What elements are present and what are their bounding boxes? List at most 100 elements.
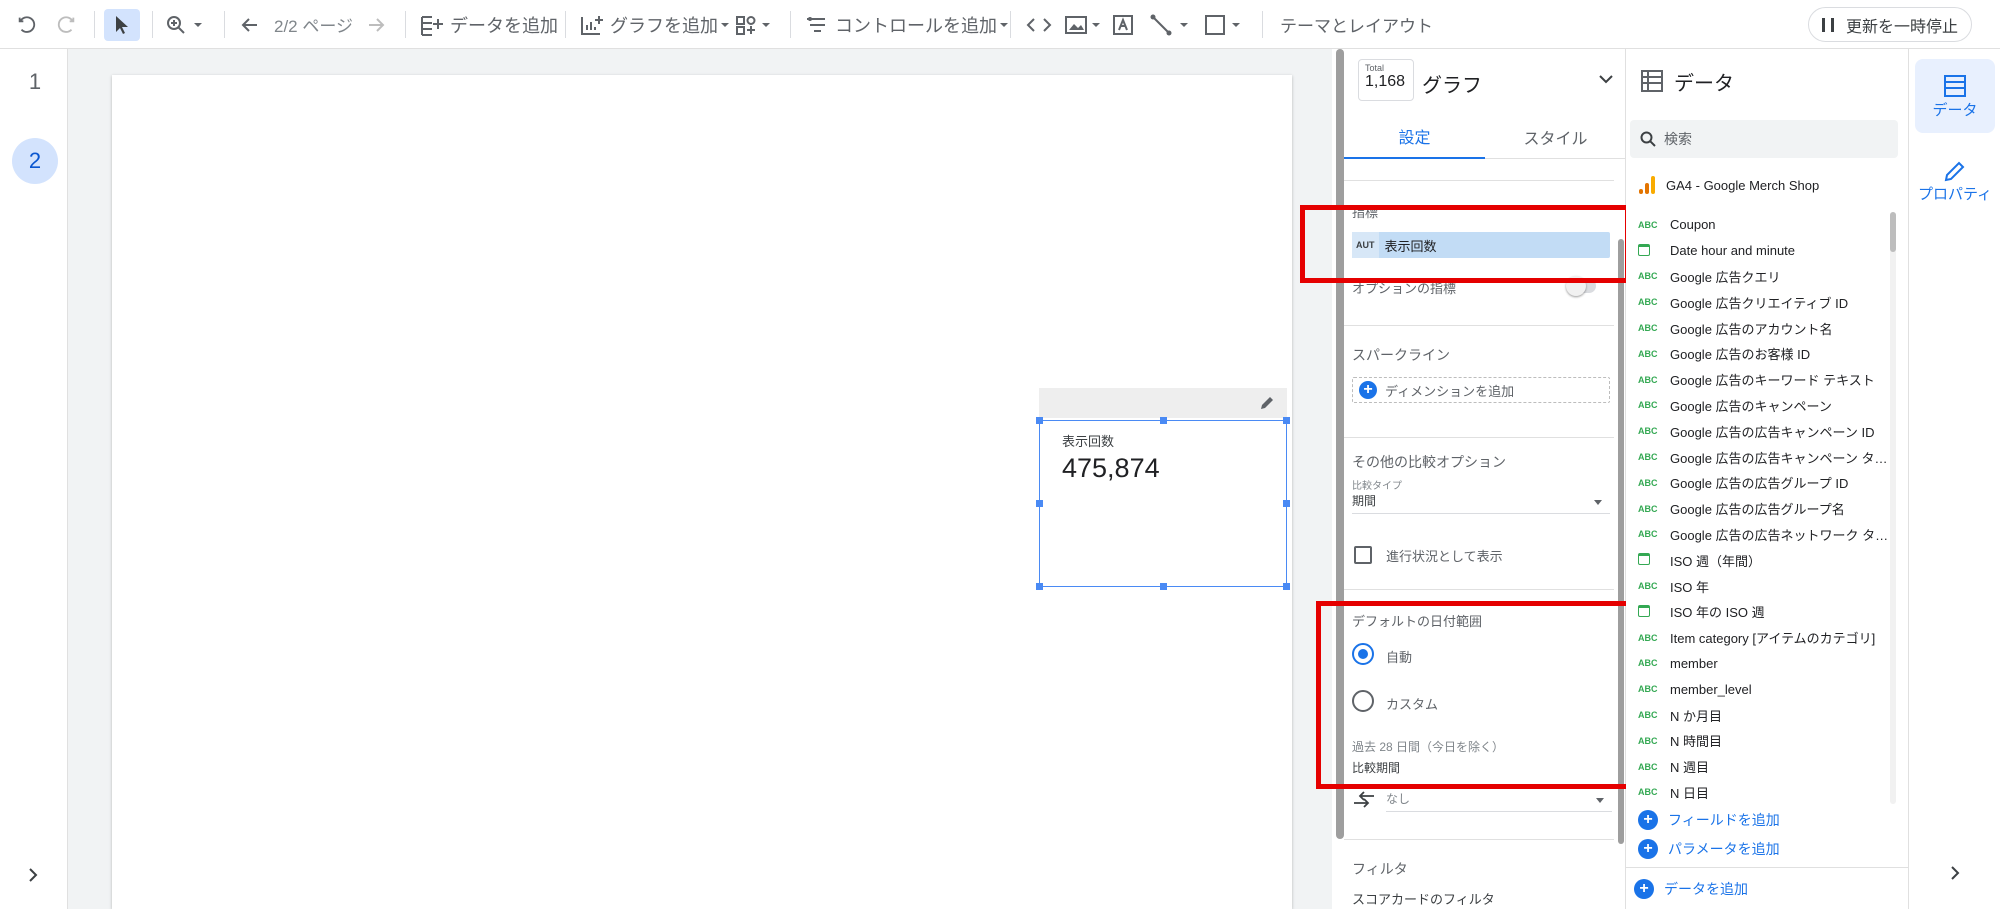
list-item[interactable]: ABC Google 広告のキャンペーン xyxy=(1638,393,1888,419)
text-type-icon: ABC xyxy=(1638,761,1658,772)
line-icon[interactable] xyxy=(1150,0,1194,49)
list-item[interactable]: Date hour and minute xyxy=(1638,238,1888,264)
pause-update-label: 更新を一時停止 xyxy=(1845,18,1958,36)
chevron-down-icon[interactable] xyxy=(1598,73,1614,85)
add-field-button[interactable]: + フィールドを追加 xyxy=(1638,810,1780,830)
add-chart-label: グラフを追加 xyxy=(610,15,718,36)
text-type-icon: ABC xyxy=(1638,503,1658,514)
analytics-icon xyxy=(1639,176,1655,194)
list-item[interactable]: ABC Item category [アイテムのカテゴリ] xyxy=(1638,625,1888,651)
list-item[interactable]: ABC Google 広告の広告キャンペーン タ… xyxy=(1638,444,1888,470)
resize-handle[interactable] xyxy=(1283,583,1290,590)
list-item[interactable]: ABC Google 広告の広告グループ ID xyxy=(1638,470,1888,496)
add-data-panel-label: データを追加 xyxy=(1664,881,1748,897)
add-data-button[interactable]: データを追加 xyxy=(420,0,558,49)
data-panel-title: データ xyxy=(1674,73,1734,95)
pause-update-button[interactable]: 更新を一時停止 xyxy=(1808,7,1972,42)
list-item[interactable]: ABC Google 広告クリエイティブ ID xyxy=(1638,289,1888,315)
scorecard-header xyxy=(1039,388,1287,418)
resize-handle[interactable] xyxy=(1036,417,1043,424)
list-item[interactable]: ABC Google 広告の広告ネットワーク タ… xyxy=(1638,522,1888,548)
add-control-label: コントロールを追加 xyxy=(835,15,997,36)
list-item[interactable]: ABC Google 広告クエリ xyxy=(1638,264,1888,290)
text-type-icon: ABC xyxy=(1638,658,1658,669)
text-type-icon: ABC xyxy=(1638,219,1658,230)
shape-icon[interactable] xyxy=(1204,0,1248,49)
side-tab-properties[interactable]: プロパティ xyxy=(1915,144,1995,218)
zoom-button[interactable] xyxy=(165,0,205,49)
text-type-icon: ABC xyxy=(1638,426,1658,437)
theme-layout-button[interactable]: テーマとレイアウト xyxy=(1280,0,1433,49)
tab-setup[interactable]: 設定 xyxy=(1344,115,1485,159)
scorecard-chart[interactable]: 表示回数 475,874 xyxy=(1036,417,1290,590)
list-item[interactable]: ABC N 日目 xyxy=(1638,780,1888,806)
resize-handle[interactable] xyxy=(1036,500,1043,507)
add-control-button[interactable]: コントロールを追加 xyxy=(805,0,1011,49)
progress-display-label: 進行状況として表示 xyxy=(1386,549,1503,564)
prev-page-icon[interactable] xyxy=(240,0,260,49)
list-item[interactable]: ISO 週（年間） xyxy=(1638,547,1888,573)
comparison-period-select[interactable]: なし xyxy=(1386,790,1612,812)
scorecard-value: 475,874 xyxy=(1062,453,1160,483)
add-data-panel-button[interactable]: + データを追加 xyxy=(1634,879,1748,899)
edit-pencil-icon[interactable] xyxy=(1259,395,1275,411)
text-type-icon: ABC xyxy=(1638,684,1658,695)
page-2-button[interactable]: 2 xyxy=(12,138,58,184)
field-search-input[interactable]: 検索 xyxy=(1630,120,1898,158)
list-item[interactable]: ABC N 週目 xyxy=(1638,754,1888,780)
image-icon[interactable] xyxy=(1064,0,1104,49)
resize-handle[interactable] xyxy=(1160,583,1167,590)
resize-handle[interactable] xyxy=(1160,417,1167,424)
list-item[interactable]: ABC N か月目 xyxy=(1638,702,1888,728)
text-type-icon: ABC xyxy=(1638,348,1658,359)
plus-icon: + xyxy=(1634,879,1654,899)
data-panel: データ 検索 GA4 - Google Merch Shop ABC Coupon… xyxy=(1626,49,1908,909)
undo-icon[interactable] xyxy=(16,0,38,49)
add-parameter-label: パラメータを追加 xyxy=(1668,841,1780,857)
list-item[interactable]: ABC Google 広告のキーワード テキスト xyxy=(1638,367,1888,393)
resize-handle[interactable] xyxy=(1036,583,1043,590)
add-chart-button[interactable]: グラフを追加 xyxy=(580,0,732,49)
chevron-right-icon[interactable] xyxy=(1949,865,1961,881)
list-item[interactable]: ISO 年の ISO 週 xyxy=(1638,599,1888,625)
comparison-options-title: その他の比較オプション xyxy=(1352,454,1506,470)
list-item[interactable]: ABC Google 広告の広告キャンペーン ID xyxy=(1638,418,1888,444)
add-parameter-button[interactable]: + パラメータを追加 xyxy=(1638,839,1780,859)
report-page[interactable]: 表示回数 475,874 xyxy=(112,75,1292,909)
embed-code-icon[interactable] xyxy=(1026,0,1052,49)
side-tab-data[interactable]: データ xyxy=(1915,59,1995,133)
progress-checkbox[interactable] xyxy=(1354,546,1372,564)
list-item[interactable]: ABC Google 広告のアカウント名 xyxy=(1638,315,1888,341)
comparison-type-select[interactable]: 期間 xyxy=(1352,492,1610,514)
comparison-type-label: 比較タイプ xyxy=(1352,481,1402,492)
text-type-icon: ABC xyxy=(1638,323,1658,334)
side-tab-panel: データ プロパティ xyxy=(1908,49,2000,909)
text-icon[interactable] xyxy=(1112,0,1134,49)
toolbar: 2/2 ページ データを追加 グラフを追加 コントロールを追加 テーマとレイアウ… xyxy=(0,0,2000,49)
add-component-button[interactable] xyxy=(735,0,775,49)
list-item[interactable]: ABC Google 広告のお客様 ID xyxy=(1638,341,1888,367)
expand-pages-icon[interactable] xyxy=(26,855,40,895)
data-source[interactable]: GA4 - Google Merch Shop xyxy=(1638,175,1819,195)
field-list-scrollbar[interactable] xyxy=(1890,212,1896,252)
data-table-icon xyxy=(1944,74,1966,97)
resize-handle[interactable] xyxy=(1283,500,1290,507)
chart-add-icon xyxy=(581,15,603,35)
total-value: 1,168 xyxy=(1365,73,1406,90)
list-item[interactable]: ABC ISO 年 xyxy=(1638,573,1888,599)
components-icon xyxy=(736,15,770,35)
side-tab-properties-label: プロパティ xyxy=(1917,185,1993,203)
list-item[interactable]: ABC Google 広告の広告グループ名 xyxy=(1638,496,1888,522)
page-1-button[interactable]: 1 xyxy=(12,59,58,105)
next-page-icon[interactable] xyxy=(366,0,386,49)
text-type-icon: ABC xyxy=(1638,271,1658,282)
list-item[interactable]: ABC member xyxy=(1638,651,1888,677)
list-item[interactable]: ABC N 時間目 xyxy=(1638,728,1888,754)
resize-handle[interactable] xyxy=(1283,417,1290,424)
list-item[interactable]: ABC Coupon xyxy=(1638,212,1888,238)
tab-style[interactable]: スタイル xyxy=(1485,115,1626,159)
list-item[interactable]: ABC member_level xyxy=(1638,676,1888,702)
add-dimension-button[interactable]: + ディメンションを追加 xyxy=(1352,377,1610,403)
highlight-box-metric xyxy=(1300,205,1630,283)
redo-icon[interactable] xyxy=(55,0,77,49)
